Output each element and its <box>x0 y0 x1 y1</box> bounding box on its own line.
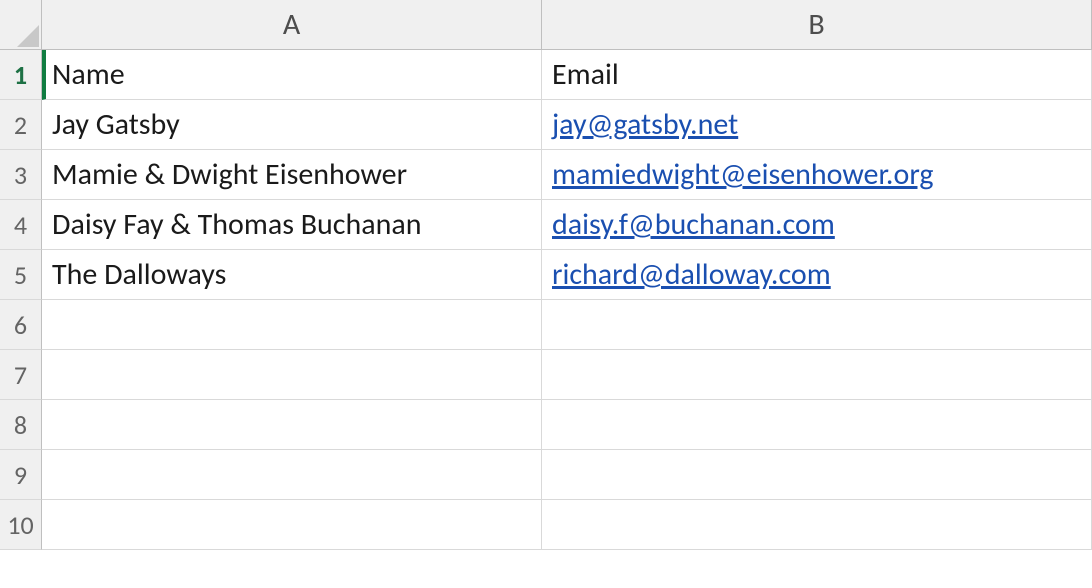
cell-b9[interactable] <box>542 450 1092 500</box>
cell-b3[interactable]: mamiedwight@eisenhower.org <box>542 150 1092 200</box>
column-header-b[interactable]: B <box>542 0 1092 50</box>
cell-a8[interactable] <box>42 400 542 450</box>
cell-a5[interactable]: The Dalloways <box>42 250 542 300</box>
row-header-2[interactable]: 2 <box>0 100 42 150</box>
cell-a6[interactable] <box>42 300 542 350</box>
select-all-triangle-icon <box>17 25 39 47</box>
cell-b5[interactable]: richard@dalloway.com <box>542 250 1092 300</box>
cell-a2[interactable]: Jay Gatsby <box>42 100 542 150</box>
cell-b1[interactable]: Email <box>542 50 1092 100</box>
cell-b10[interactable] <box>542 500 1092 550</box>
column-header-a[interactable]: A <box>42 0 542 50</box>
row-header-7[interactable]: 7 <box>0 350 42 400</box>
select-all-corner[interactable] <box>0 0 42 50</box>
row-header-1[interactable]: 1 <box>0 50 42 100</box>
row-header-3[interactable]: 3 <box>0 150 42 200</box>
cell-a3[interactable]: Mamie & Dwight Eisenhower <box>42 150 542 200</box>
cell-b7[interactable] <box>542 350 1092 400</box>
cell-b8[interactable] <box>542 400 1092 450</box>
row-header-6[interactable]: 6 <box>0 300 42 350</box>
row-header-9[interactable]: 9 <box>0 450 42 500</box>
cell-a7[interactable] <box>42 350 542 400</box>
cell-a1[interactable]: Name <box>42 50 542 100</box>
cell-a10[interactable] <box>42 500 542 550</box>
cell-a4[interactable]: Daisy Fay & Thomas Buchanan <box>42 200 542 250</box>
row-header-10[interactable]: 10 <box>0 500 42 550</box>
cell-b6[interactable] <box>542 300 1092 350</box>
row-header-8[interactable]: 8 <box>0 400 42 450</box>
row-header-5[interactable]: 5 <box>0 250 42 300</box>
cell-b4[interactable]: daisy.f@buchanan.com <box>542 200 1092 250</box>
cell-a9[interactable] <box>42 450 542 500</box>
row-header-4[interactable]: 4 <box>0 200 42 250</box>
spreadsheet-grid: A B 1 Name Email 2 Jay Gatsby jay@gatsby… <box>0 0 1092 550</box>
cell-b2[interactable]: jay@gatsby.net <box>542 100 1092 150</box>
